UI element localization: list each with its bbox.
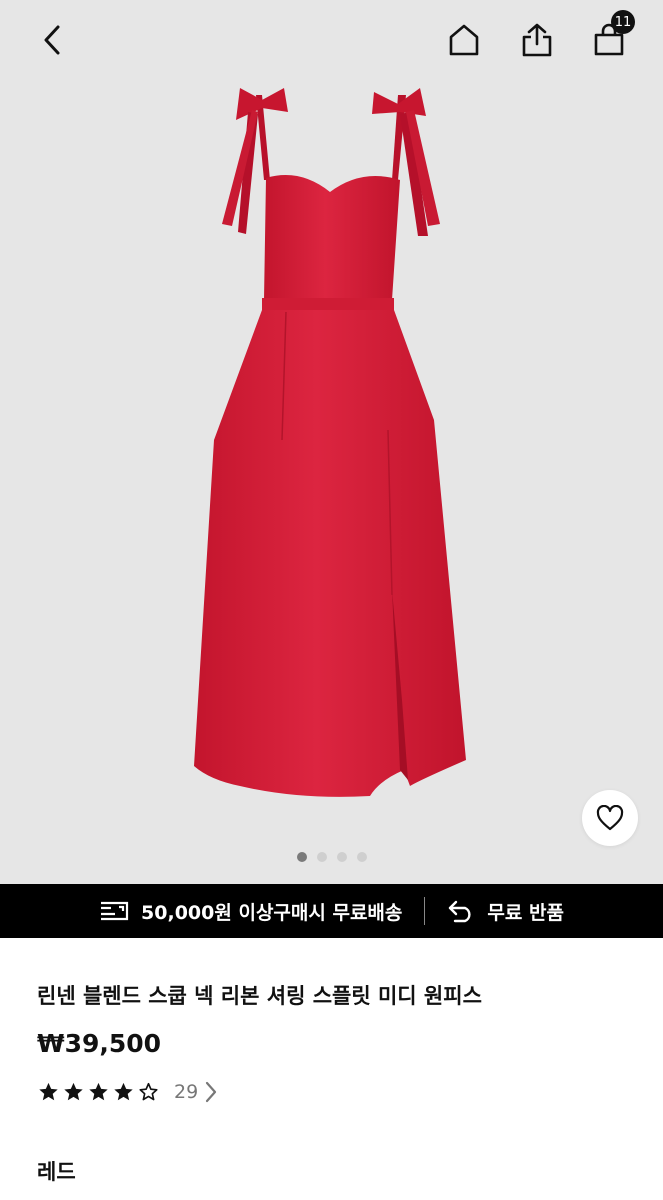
- gallery-pagination: [0, 852, 663, 864]
- product-rating[interactable]: 29: [37, 1080, 218, 1104]
- shipping-icon: [101, 901, 129, 921]
- return-arrow-icon: [449, 900, 471, 923]
- chevron-left-icon: [44, 25, 60, 55]
- gallery-dot[interactable]: [316, 852, 327, 862]
- gallery-dot[interactable]: [356, 852, 367, 862]
- chevron-right-icon: [206, 1081, 217, 1103]
- product-image-gallery[interactable]: [0, 0, 663, 884]
- gallery-dot-active[interactable]: [296, 852, 307, 862]
- cart-count-badge: 11: [611, 10, 635, 34]
- star-filled-icon: [64, 1082, 83, 1101]
- product-title: 린넨 블렌드 스쿱 넥 리본 셔링 스플릿 미디 원피스: [37, 984, 482, 1008]
- free-return-text: 무료 반품: [487, 901, 564, 924]
- product-price: ₩39,500: [37, 1029, 162, 1058]
- share-button[interactable]: [513, 16, 561, 64]
- review-count: 29: [174, 1081, 199, 1103]
- product-image: [194, 88, 466, 797]
- free-shipping-text: 50,000원 이상구매시 무료배송: [141, 901, 403, 924]
- selected-color-label: 레드: [37, 1160, 76, 1184]
- star-filled-icon: [39, 1082, 58, 1101]
- star-filled-icon: [89, 1082, 108, 1101]
- home-button[interactable]: [440, 16, 488, 64]
- top-navigation-bar: 11: [0, 0, 663, 80]
- free-shipping-info: 50,000원 이상구매시 무료배송: [99, 898, 402, 925]
- star-filled-icon: [114, 1082, 133, 1101]
- promo-bar: 50,000원 이상구매시 무료배송 무료 반품: [0, 884, 663, 938]
- heart-icon: [596, 805, 624, 831]
- home-icon: [449, 24, 479, 56]
- gallery-dot[interactable]: [336, 852, 347, 862]
- cart-button[interactable]: 11: [585, 10, 635, 64]
- back-button[interactable]: [28, 16, 76, 64]
- promo-divider: [424, 897, 426, 925]
- wishlist-button[interactable]: [582, 790, 638, 846]
- star-empty-icon: [139, 1082, 158, 1101]
- free-return-info: 무료 반품: [447, 898, 564, 925]
- share-icon: [522, 23, 552, 57]
